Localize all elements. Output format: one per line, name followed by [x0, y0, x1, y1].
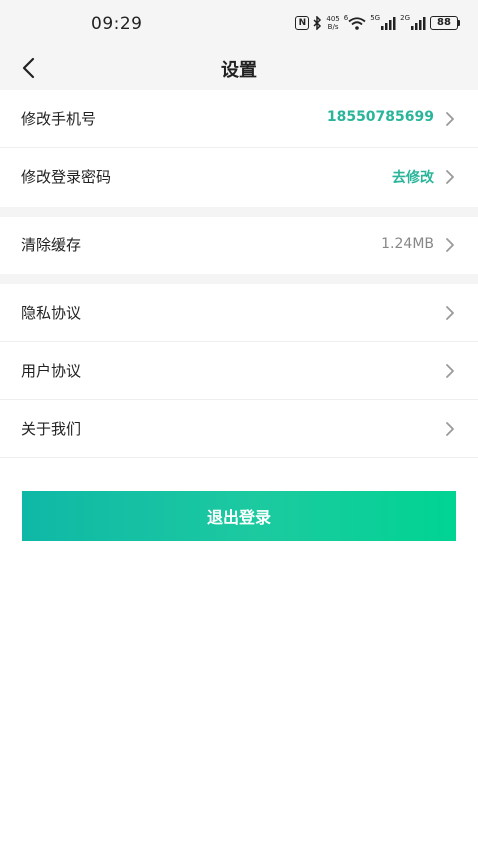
signal-2g-badge: 2G: [400, 14, 410, 22]
change-password-action: 去修改: [392, 170, 434, 186]
user-agreement-label: 用户协议: [21, 362, 82, 380]
change-phone-row[interactable]: 修改手机号 18550785699: [0, 90, 478, 148]
cache-size-value: 1.24MB: [381, 236, 434, 252]
nav-bar: 设置: [0, 46, 478, 90]
logout-button[interactable]: 退出登录: [22, 491, 456, 541]
battery-cap: [458, 20, 460, 26]
chevron-right-icon: [446, 238, 454, 252]
chevron-right-icon: [446, 364, 454, 378]
chevron-right-icon: [446, 112, 454, 126]
clear-cache-row[interactable]: 清除缓存 1.24MB: [0, 217, 478, 275]
about-us-row[interactable]: 关于我们: [0, 400, 478, 458]
bluetooth-icon: [313, 16, 322, 30]
clear-cache-label: 清除缓存: [21, 236, 82, 254]
settings-group-about: 隐私协议 用户协议 关于我们: [0, 284, 478, 458]
nfc-icon: N: [295, 16, 310, 30]
wifi-badge: 6: [343, 14, 349, 22]
page-title: 设置: [221, 60, 257, 81]
battery-icon: 88: [430, 16, 460, 30]
privacy-policy-label: 隐私协议: [21, 304, 82, 322]
section-divider: [0, 274, 478, 284]
chevron-right-icon: [446, 306, 454, 320]
signal-5g-badge: 5G: [370, 14, 381, 22]
settings-group-account: 修改手机号 18550785699 修改登录密码 去修改: [0, 90, 478, 206]
signal-5g-icon: 5G: [370, 14, 396, 30]
battery-level: 88: [430, 16, 458, 30]
chevron-right-icon: [446, 170, 454, 184]
about-us-label: 关于我们: [21, 420, 82, 438]
wifi-icon: 6: [343, 14, 366, 30]
phone-number-value: 18550785699: [326, 109, 434, 125]
chevron-right-icon: [446, 422, 454, 436]
network-speed-value: 405: [326, 15, 340, 23]
change-password-row[interactable]: 修改登录密码 去修改: [0, 148, 478, 206]
status-icons: N 405 B/s 6 5G 2G 88: [295, 14, 460, 31]
network-speed: 405 B/s: [326, 15, 339, 31]
privacy-policy-row[interactable]: 隐私协议: [0, 284, 478, 342]
signal-2g-icon: 2G: [400, 14, 426, 30]
change-phone-label: 修改手机号: [21, 110, 97, 128]
status-time: 09:29: [91, 14, 143, 34]
status-bar: 09:29 N 405 B/s 6 5G 2G 88: [0, 0, 478, 46]
change-password-label: 修改登录密码: [21, 168, 112, 186]
user-agreement-row[interactable]: 用户协议: [0, 342, 478, 400]
section-divider: [0, 207, 478, 217]
network-speed-unit: B/s: [327, 23, 339, 31]
settings-group-cache: 清除缓存 1.24MB: [0, 217, 478, 275]
